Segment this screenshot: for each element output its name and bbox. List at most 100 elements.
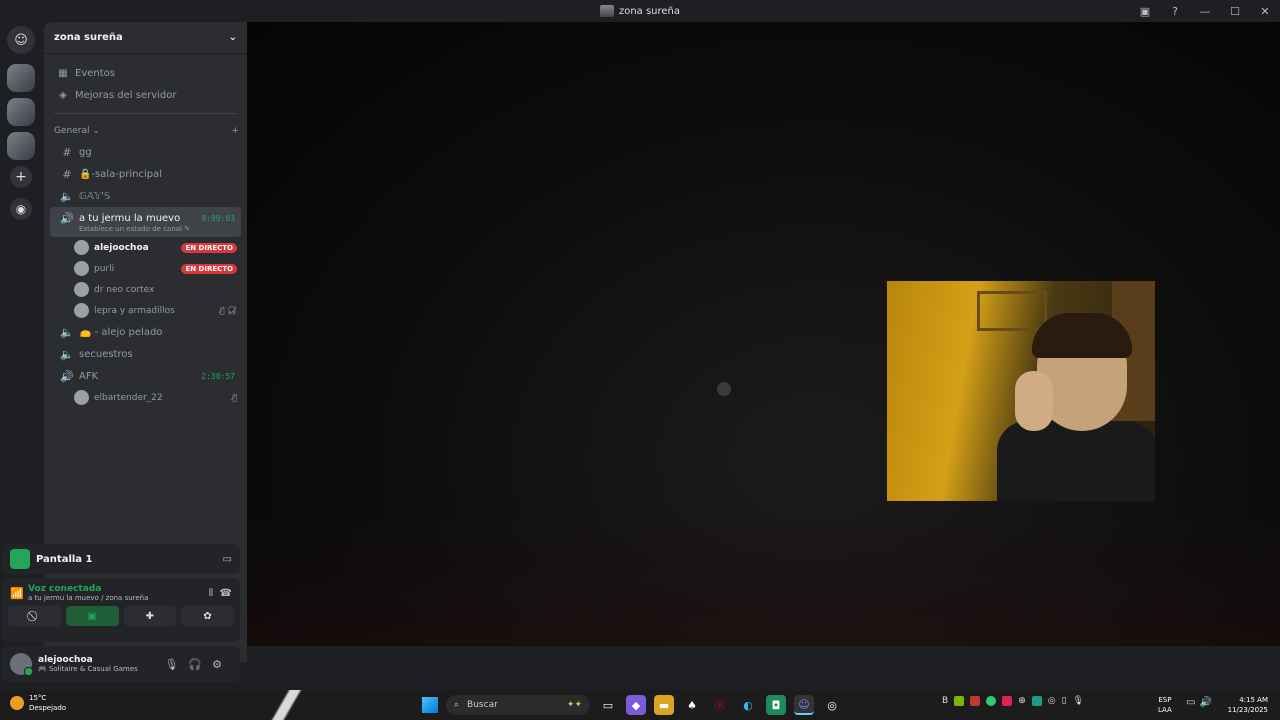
voice-location: a tu jermu la muevo / zona sureña [28,594,149,602]
user-name: lepra y armadillos [94,305,175,316]
game-app-icon[interactable]: ◘ [766,695,786,715]
calendar-icon: ▦ [58,67,68,79]
discord-home-icon[interactable]: ☺ [7,26,35,54]
category-label: General ⌄ [54,126,100,136]
pinterest-app-icon[interactable]: ⓟ [710,695,730,715]
help-icon[interactable]: ? [1160,5,1190,18]
server-thumbnail-icon [599,5,614,17]
account-panel: alejoochoa 🎮 Solitaire & Casual Games 🎙🎧… [2,646,240,682]
server-icon-3[interactable] [7,132,35,160]
channel-label: a tu jermu la muevo [79,212,181,224]
webcam-hand [1015,371,1053,431]
server-icon-2[interactable] [7,98,35,126]
channel-label: 🔒-sala-principal [79,168,163,180]
avatar[interactable] [10,653,33,676]
channel-sala-principal[interactable]: # 🔒-sala-principal [50,163,241,185]
account-name[interactable]: alejoochoa [38,655,138,665]
voice-status[interactable]: Voz conectada [28,584,148,594]
edge-browser-icon[interactable]: ◐ [738,695,758,715]
muted-icon: 🎙̸ [232,393,237,402]
task-view-icon[interactable]: ▭ [598,695,618,715]
nav-server-boosts[interactable]: ◈ Mejoras del servidor [44,84,247,106]
mic-tray-icon[interactable]: 🎙 [1073,696,1084,706]
file-explorer-icon[interactable]: ▬ [654,695,674,715]
user-name: elbartender_22 [94,392,163,403]
title-bar: zona sureña ▣ ? — ☐ ✕ [0,0,1280,22]
server-icon-1[interactable] [7,64,35,92]
usb-tray-icon[interactable]: ▯ [1062,696,1067,706]
user-name: purli [94,263,115,274]
avatar [74,261,89,276]
channel-afk[interactable]: 🔊 AFK 2:30:57 [50,365,241,387]
screen-share-button[interactable]: ▣ [65,606,119,626]
add-channel-icon[interactable]: + [231,126,239,136]
webcam-shirt [997,421,1155,501]
user-name: alejoochoa [94,242,149,253]
speaker-icon: 🔈 [60,189,74,203]
stream-object [717,382,731,396]
minimize-button[interactable]: — [1190,5,1220,18]
network-volume-icons[interactable]: ▭🔊 [1186,697,1216,708]
taskbar-search[interactable]: ⌕ Buscar ✦✦ [446,695,590,715]
nav-label: Eventos [75,67,115,79]
soundboard-button[interactable]: ✿ [181,606,234,626]
steam-tray-icon[interactable]: ◎ [1048,696,1056,706]
language-indicator[interactable]: ESP LAA [1158,695,1172,715]
weather-condition: Despejado [29,704,67,712]
stream-viewer[interactable] [247,22,1280,646]
maximize-button[interactable]: ☐ [1220,5,1250,18]
close-button[interactable]: ✕ [1250,5,1280,18]
voice-user[interactable]: dr neo cortex [44,279,247,300]
voice-user[interactable]: alejoochoa EN DIRECTO [44,237,247,258]
tray-app-icon[interactable] [986,696,997,706]
signal-icon[interactable]: 📶 [10,587,28,600]
nvidia-tray-icon[interactable] [954,696,965,706]
search-placeholder: Buscar [467,700,498,710]
noise-suppression-icon[interactable]: ⦀ ☎ [209,588,232,599]
copilot-sparkle-icon: ✦✦ [566,700,582,710]
voice-user[interactable]: elbartender_22 🎙̸ [44,387,247,408]
discord-taskbar-icon[interactable]: ☺ [794,695,814,715]
activities-button[interactable]: ✚ [123,606,177,626]
inbox-icon[interactable]: ▣ [1130,5,1160,18]
channel-alejo-pelado[interactable]: 🔈 👝 - alejo pelado [50,321,241,343]
category-general[interactable]: General ⌄ + [44,121,247,141]
stop-stream-icon[interactable]: ▭ [223,554,232,565]
discover-compass-icon[interactable]: ◉ [10,198,32,220]
voice-connection-panel: 📶 Voz conectada a tu jermu la muevo / zo… [2,578,240,642]
voice-user[interactable]: lepra y armadillos 🎙̸ 🎧̸ [44,300,247,321]
channel-status[interactable]: Establece un estado de canal ✎ [60,225,190,233]
taskbar-clock[interactable]: 4:15 AM 11/23/2025 [1222,695,1268,715]
add-server-icon[interactable]: + [10,166,32,188]
system-tray: B ⊕ ◎ ▯ 🎙 [942,696,1084,706]
speaker-icon: 🔈 [60,347,74,361]
solitaire-app-icon[interactable]: ♠ [682,695,702,715]
nav-eventos[interactable]: ▦ Eventos [44,62,247,84]
channel-secuestros[interactable]: 🔈 secuestros [50,343,241,365]
steam-app-icon[interactable]: ◎ [822,695,842,715]
screen-share-label: Pantalla 1 [36,553,93,565]
voice-user[interactable]: purli EN DIRECTO [44,258,247,279]
tray-app-icon[interactable]: B [942,696,948,706]
tray-app-icon[interactable] [1002,696,1013,706]
copilot-app-icon[interactable]: ◆ [626,695,646,715]
screen-share-card[interactable]: Pantalla 1 ▭ [2,544,240,574]
mic-headset-settings-icons[interactable]: 🎙🎧⚙ [164,658,232,671]
windows-start-icon[interactable] [422,697,438,713]
tray-app-icon[interactable]: ⊕ [1018,696,1026,706]
tray-app-icon[interactable] [1031,696,1042,706]
server-header[interactable]: zona sureña ⌄ [44,22,247,54]
channel-active-voice[interactable]: 🔊 a tu jermu la muevo 9:09:03 Establece … [50,207,241,237]
channel-gg[interactable]: # gg [50,141,241,163]
weather-temp: 15°C [29,694,47,702]
channel-label: AFK [79,370,99,382]
tray-app-icon[interactable] [970,696,981,706]
camera-off-button[interactable]: ⃠ [8,606,61,626]
channel-label: secuestros [79,348,133,360]
avatar [74,240,89,255]
channel-timer: 2:30:57 [201,371,235,381]
live-badge: EN DIRECTO [181,242,237,253]
speaker-icon: 🔈 [60,325,74,339]
weather-widget[interactable]: 15°C Despejado [10,693,66,713]
channel-gays[interactable]: 🔈 𝔾𝔸𝕐'𝕊 [50,185,241,207]
